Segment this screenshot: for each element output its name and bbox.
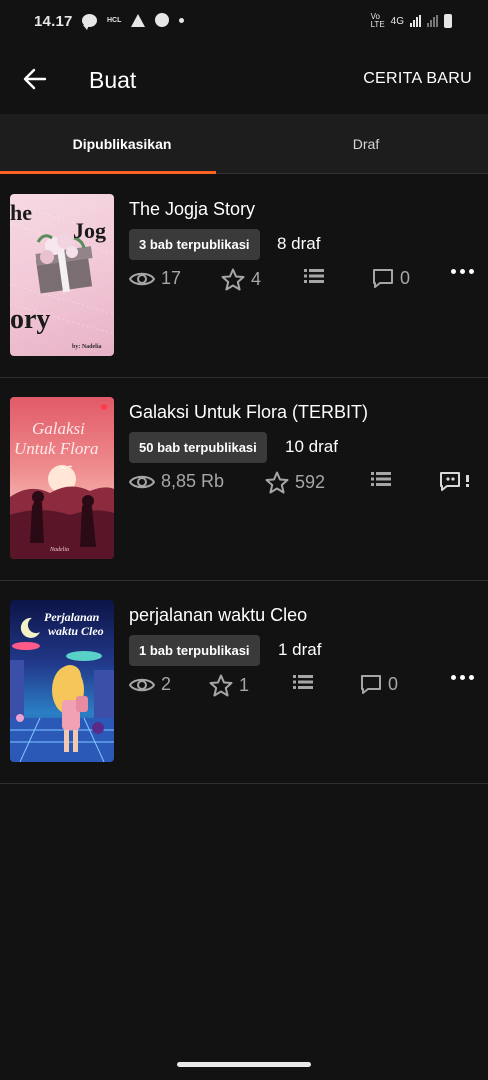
back-button[interactable] [18,62,52,96]
more-notifications-dot-icon [179,17,185,23]
story-item: he Jog ory by: Nadelia The Jogja Story 3… [0,175,488,378]
views-count: 2 [161,674,172,694]
views-stat[interactable]: 2 [129,674,171,695]
system-status-icons: Vo LTE 4G [371,13,452,29]
story-title[interactable]: perjalanan waktu Cleo [129,605,307,626]
draft-count: 10 draf [285,437,338,456]
star-icon [209,674,233,697]
home-indicator[interactable] [177,1062,311,1067]
votes-stat[interactable]: 592 [265,471,325,494]
story-title[interactable]: Galaksi Untuk Flora (TERBIT) [129,402,368,423]
comment-icon [373,269,393,288]
story-stats: 17 4 0 [129,268,479,294]
carrier-notification-icon: HCL [107,16,122,24]
story-stats: 8,85 Rb 592 [129,471,479,497]
parts-list-stat[interactable] [371,471,391,487]
star-icon [265,471,289,494]
more-icon-dot [460,675,465,680]
more-options-button[interactable] [451,675,474,680]
story-cover[interactable]: he Jog ory by: Nadelia [10,194,114,356]
comment-alert-icon [440,472,469,491]
eye-icon [129,678,155,691]
signal-sim2-icon [427,15,438,27]
more-options-button[interactable] [451,269,474,274]
draft-count: 1 draf [278,640,322,659]
comments-stat[interactable] [439,471,479,492]
page-title: Buat [89,67,137,93]
story-stats: 2 1 0 [129,674,479,700]
app-bar: Buat CERITA BARU [0,44,488,114]
comment-icon [361,675,381,694]
network-type-label: 4G [390,15,404,27]
story-list: he Jog ory by: Nadelia The Jogja Story 3… [0,175,488,784]
cover-author: Nadelia [50,547,69,553]
views-count: 17 [161,268,182,288]
more-icon-dot [469,269,474,274]
list-icon [371,472,391,486]
cover-author: by: Nadelia [72,344,102,350]
parts-list-stat[interactable] [293,674,313,690]
volte-icon: Vo LTE [370,12,385,29]
votes-count: 592 [295,472,326,492]
tab-bar: Dipublikasikan Draf [0,114,488,174]
published-parts-badge: 50 bab terpublikasi [129,432,267,463]
more-icon-dot [469,675,474,680]
views-count: 8,85 Rb [161,471,225,491]
published-parts-badge: 3 bab terpublikasi [129,229,260,260]
signal-icon [410,15,421,27]
active-tab-indicator [0,171,216,174]
eye-icon [129,475,155,488]
votes-stat[interactable]: 1 [209,674,249,697]
published-parts-badge: 1 bab terpublikasi [129,635,260,666]
votes-stat[interactable]: 4 [221,268,261,291]
views-stat[interactable]: 17 [129,268,181,289]
status-bar: 14.17 HCL Vo LTE 4G [0,0,488,44]
status-time: 14.17 [34,13,73,30]
cover-title-bottom: ory [10,304,51,335]
list-icon [293,675,313,689]
cover-title-line1: Galaksi [32,419,85,438]
comments-count: 0 [388,674,399,694]
list-icon [304,269,324,283]
more-icon-dot [460,269,465,274]
comments-stat[interactable]: 0 [372,268,410,289]
cover-title-mid: Jog [73,218,106,243]
warning-icon [131,13,146,27]
cover-title-line1: Perjalanan [44,610,100,624]
views-stat[interactable]: 8,85 Rb [129,471,224,492]
cover-title-line2: Untuk Flora [14,439,99,458]
compass-icon [155,13,170,27]
eye-icon [129,272,155,285]
story-item: Perjalanan waktu Cleo perjalanan waktu C… [0,581,488,784]
story-item: Galaksi Untuk Flora Nadelia Galaksi Untu… [0,378,488,581]
cover-title-line2: waktu Cleo [48,624,104,638]
chat-notification-icon [82,13,97,30]
cover-title-top: he [10,200,32,225]
more-icon-dot [451,675,456,680]
votes-count: 4 [251,269,262,289]
notification-icons: HCL [82,13,185,30]
parts-list-stat[interactable] [304,268,324,284]
tab-published[interactable]: Dipublikasikan [0,114,244,174]
more-icon-dot [451,269,456,274]
votes-count: 1 [239,675,250,695]
comments-stat[interactable]: 0 [360,674,398,695]
tab-drafts[interactable]: Draf [244,114,488,174]
story-cover[interactable]: Galaksi Untuk Flora Nadelia [10,397,114,559]
story-title[interactable]: The Jogja Story [129,199,255,220]
star-icon [221,268,245,291]
comments-count: 0 [400,268,411,288]
arrow-left-icon [23,68,47,90]
story-cover[interactable]: Perjalanan waktu Cleo [10,600,114,762]
battery-icon [444,14,452,28]
new-story-button[interactable]: CERITA BARU [363,70,472,88]
draft-count: 8 draf [277,234,321,253]
